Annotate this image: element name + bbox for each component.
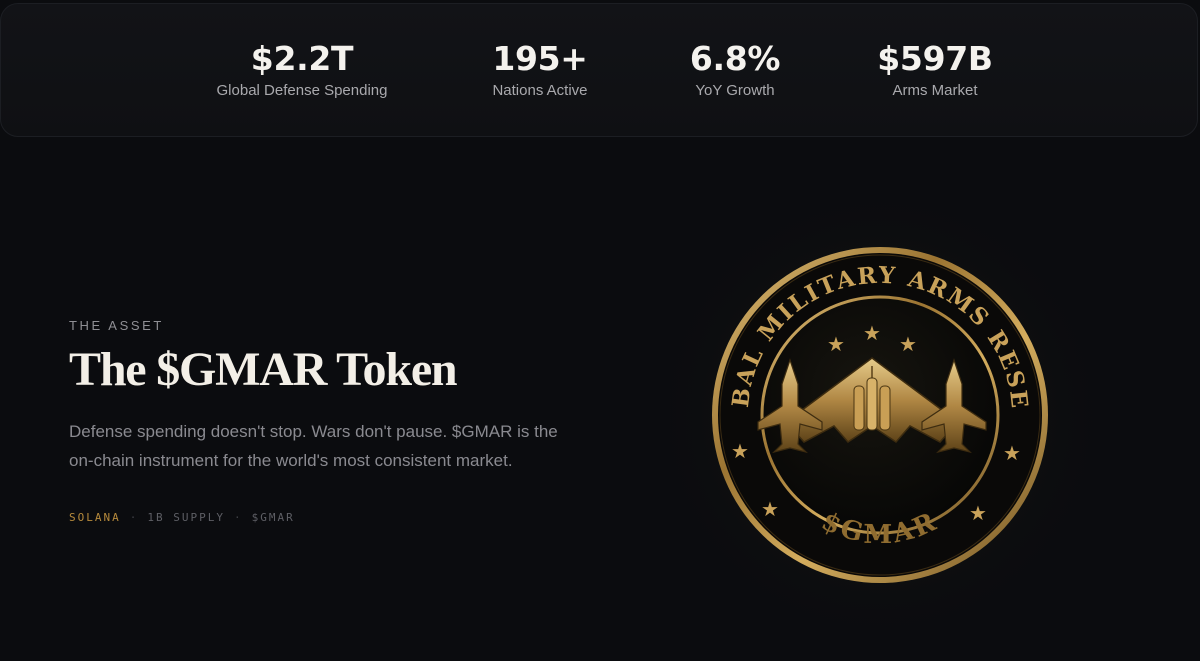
coin-emblem: GLOBAL MILITARY ARMS RESERVE ★ ★ ★ ★ ★ ★… <box>640 180 1115 650</box>
stat-label: Arms Market <box>892 82 978 99</box>
star-icon: ★ <box>1003 441 1021 465</box>
stats-bar: $2.2T Global Defense Spending 195+ Natio… <box>0 3 1198 137</box>
stat-nations-active: 195+ Nations Active <box>492 39 588 100</box>
stat-global-defense-spending: $2.2T Global Defense Spending <box>217 40 388 100</box>
stat-value: $2.2T <box>250 39 354 78</box>
star-icon: ★ <box>731 439 749 463</box>
stat-label: Nations Active <box>492 82 588 99</box>
meta-chain: SOLANA <box>69 511 121 524</box>
star-icon: ★ <box>863 321 881 345</box>
meta-separator: · <box>233 511 243 524</box>
meta-ticker: $GMAR <box>251 511 295 524</box>
meta-separator: · <box>129 511 139 524</box>
meta-supply: 1B SUPPLY <box>147 511 225 524</box>
star-icon: ★ <box>761 497 779 521</box>
asset-description: Defense spending doesn't stop. Wars don'… <box>69 422 558 470</box>
section-eyebrow: THE ASSET <box>69 318 164 333</box>
page-title: The $GMAR Token <box>69 343 458 396</box>
stat-label: YoY Growth <box>695 82 775 99</box>
stat-value: 6.8% <box>689 39 781 78</box>
stat-arms-market: $597B Arms Market <box>877 40 993 100</box>
stat-yoy-growth: 6.8% YoY Growth <box>689 39 781 100</box>
star-icon: ★ <box>969 501 987 525</box>
stat-value: 195+ <box>492 39 588 78</box>
star-icon: ★ <box>899 332 917 356</box>
stat-value: $597B <box>877 39 993 78</box>
stat-label: Global Defense Spending <box>216 82 388 99</box>
star-icon: ★ <box>827 332 845 356</box>
token-meta: SOLANA · 1B SUPPLY · $GMAR <box>69 511 589 524</box>
gmar-coin: GLOBAL MILITARY ARMS RESERVE ★ ★ ★ ★ ★ ★… <box>640 180 1120 660</box>
asset-section: THE ASSET The $GMAR Token Defense spendi… <box>69 318 589 524</box>
